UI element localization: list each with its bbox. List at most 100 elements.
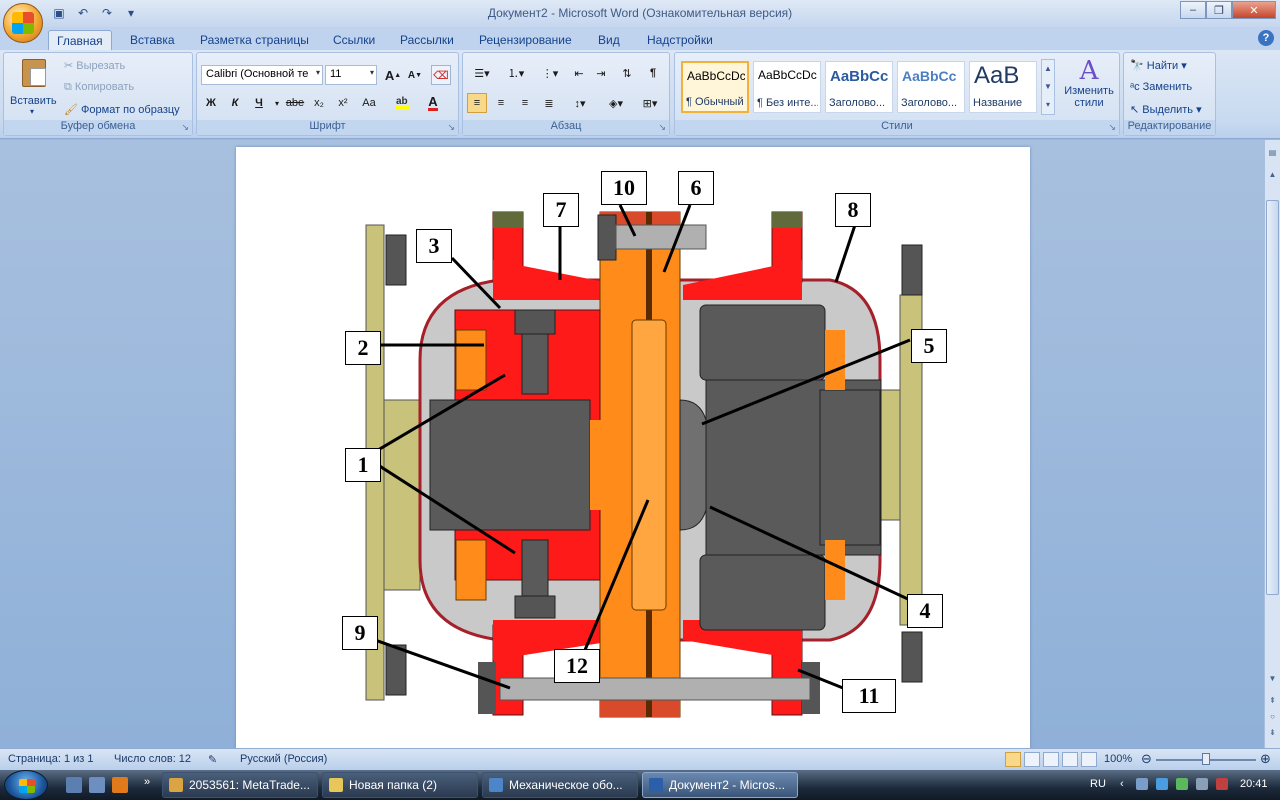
keyboard-language[interactable]: RU <box>1090 778 1106 790</box>
bold-button[interactable]: Ж <box>201 93 221 113</box>
zoom-level[interactable]: 100% <box>1104 753 1132 765</box>
tab-references[interactable]: Ссылки <box>325 30 383 50</box>
subscript-button[interactable]: x₂ <box>309 93 329 113</box>
clock[interactable]: 20:41 <box>1240 778 1268 790</box>
clipboard-group-label: Буфер обмена <box>4 120 192 135</box>
italic-button[interactable]: К <box>225 93 245 113</box>
shading-icon[interactable]: ◈▾ <box>601 93 631 113</box>
document-page[interactable]: 1 2 3 4 5 6 7 8 9 10 11 12 <box>236 147 1030 748</box>
change-case-button[interactable]: Aa <box>357 93 381 113</box>
word-count[interactable]: Число слов: 12 <box>114 753 191 765</box>
font-size-combo[interactable]: 11 ▾ <box>325 65 377 85</box>
outline-view-button[interactable] <box>1062 752 1078 767</box>
tab-home[interactable]: Главная <box>48 30 112 50</box>
font-name-combo[interactable]: Calibri (Основной те ▾ <box>201 65 323 85</box>
shrink-font-button[interactable]: A ▼ <box>405 65 425 85</box>
prev-page-icon[interactable]: ⇞ <box>1265 696 1280 710</box>
restore-button[interactable]: ❐ <box>1206 1 1232 19</box>
vertical-scrollbar[interactable]: ▤ ▲ ▼ ⇞ ○ ⇟ <box>1264 140 1280 748</box>
media-player-icon[interactable] <box>112 777 128 793</box>
start-button[interactable] <box>4 770 48 800</box>
styles-launcher-icon[interactable]: ↘ <box>1108 122 1116 133</box>
page-count[interactable]: Страница: 1 из 1 <box>8 753 94 765</box>
justify-icon[interactable]: ≣ <box>539 93 559 113</box>
change-styles-button[interactable]: A Изменить стили <box>1059 57 1119 119</box>
battery-icon[interactable] <box>1176 778 1188 790</box>
numbering-icon[interactable]: ⒈▾ <box>501 63 531 83</box>
print-layout-view-button[interactable] <box>1005 752 1021 767</box>
align-left-icon[interactable]: ≡ <box>467 93 487 113</box>
show-desktop-icon[interactable] <box>66 777 82 793</box>
align-right-icon[interactable]: ≡ <box>515 93 535 113</box>
sort-icon[interactable]: ⇅ <box>617 63 637 83</box>
proofing-icon[interactable]: ✎ <box>208 753 217 766</box>
taskbar-item-browser[interactable]: Механическое обо... <box>482 772 638 798</box>
style-heading-1[interactable]: AaBbCc Заголово... <box>825 61 893 113</box>
zoom-out-icon[interactable]: ⊖ <box>1141 751 1152 767</box>
increase-indent-icon[interactable]: ⇥ <box>591 63 611 83</box>
tab-review[interactable]: Рецензирование <box>471 30 580 50</box>
ruler-toggle-icon[interactable]: ▤ <box>1265 148 1280 162</box>
tray-expand-icon[interactable]: ‹ <box>1120 778 1124 790</box>
close-button[interactable]: ✕ <box>1232 1 1276 19</box>
taskbar-item-word[interactable]: Документ2 - Micros... <box>642 772 798 798</box>
next-page-icon[interactable]: ⇟ <box>1265 728 1280 742</box>
tab-mailings[interactable]: Рассылки <box>392 30 462 50</box>
copy-button[interactable]: ⧉ Копировать <box>64 81 134 94</box>
paste-button[interactable]: Вставить ▾ <box>8 57 60 119</box>
font-launcher-icon[interactable]: ↘ <box>447 122 455 133</box>
tab-addins[interactable]: Надстройки <box>639 30 721 50</box>
tab-insert[interactable]: Вставка <box>122 30 183 50</box>
font-color-button[interactable]: A <box>423 93 443 113</box>
format-painter-button[interactable]: 🖌 Формат по образцу <box>64 103 180 116</box>
select-button[interactable]: ↖ Выделить ▾ <box>1130 103 1202 116</box>
multilevel-list-icon[interactable]: ⋮▾ <box>535 63 565 83</box>
underline-button[interactable]: Ч <box>249 93 269 113</box>
clipboard-launcher-icon[interactable]: ↘ <box>181 122 189 133</box>
paragraph-launcher-icon[interactable]: ↘ <box>658 122 666 133</box>
flag-icon[interactable] <box>1196 778 1208 790</box>
decrease-indent-icon[interactable]: ⇤ <box>569 63 589 83</box>
style-title[interactable]: AaB Название <box>969 61 1037 113</box>
tab-page-layout[interactable]: Разметка страницы <box>192 30 317 50</box>
taskbar-item-metatrader[interactable]: 2053561: MetaTrade... <box>162 772 318 798</box>
show-marks-icon[interactable]: ¶ <box>643 63 663 83</box>
office-button[interactable] <box>3 3 43 43</box>
find-button[interactable]: 🔭 Найти ▾ <box>1130 59 1187 72</box>
window-controls: – ❐ ✕ <box>1180 1 1276 19</box>
volume-muted-icon[interactable] <box>1216 778 1228 790</box>
bullets-icon[interactable]: ☰▾ <box>467 63 497 83</box>
cut-button[interactable]: ✂ Вырезать <box>64 59 125 72</box>
zoom-in-icon[interactable]: ⊕ <box>1260 751 1271 767</box>
switch-windows-icon[interactable] <box>89 777 105 793</box>
borders-icon[interactable]: ⊞▾ <box>635 93 665 113</box>
strikethrough-button[interactable]: abe <box>283 93 307 113</box>
browse-object-icon[interactable]: ○ <box>1265 712 1280 726</box>
scroll-up-icon[interactable]: ▲ <box>1265 170 1280 184</box>
align-center-icon[interactable]: ≡ <box>491 93 511 113</box>
zoom-slider-thumb[interactable] <box>1202 753 1210 765</box>
web-layout-view-button[interactable] <box>1043 752 1059 767</box>
network-icon[interactable] <box>1136 778 1148 790</box>
superscript-button[interactable]: x² <box>333 93 353 113</box>
style-no-spacing[interactable]: AaBbCcDc ¶ Без инте... <box>753 61 821 113</box>
draft-view-button[interactable] <box>1081 752 1097 767</box>
language-indicator[interactable]: Русский (Россия) <box>240 753 327 765</box>
clear-formatting-button[interactable]: ⌫ <box>431 65 451 85</box>
quick-launch-overflow-icon[interactable]: » <box>144 776 150 788</box>
line-spacing-icon[interactable]: ↕▾ <box>565 93 595 113</box>
tab-view[interactable]: Вид <box>590 30 628 50</box>
style-heading-2[interactable]: AaBbCc Заголово... <box>897 61 965 113</box>
scroll-down-icon[interactable]: ▼ <box>1265 674 1280 688</box>
minimize-button[interactable]: – <box>1180 1 1206 19</box>
taskbar-item-folder[interactable]: Новая папка (2) <box>322 772 478 798</box>
help-icon[interactable]: ? <box>1258 30 1274 46</box>
scroll-thumb[interactable] <box>1266 200 1279 595</box>
fullscreen-reading-view-button[interactable] <box>1024 752 1040 767</box>
grow-font-button[interactable]: A ▲ <box>383 65 403 85</box>
replace-button[interactable]: ᵃc Заменить <box>1130 81 1192 93</box>
styles-scroll[interactable]: ▲ ▼ ▾ <box>1041 59 1055 115</box>
skype-icon[interactable] <box>1156 778 1168 790</box>
style-normal[interactable]: AaBbCcDc ¶ Обычный <box>681 61 749 113</box>
highlight-button[interactable]: ab <box>393 93 413 113</box>
